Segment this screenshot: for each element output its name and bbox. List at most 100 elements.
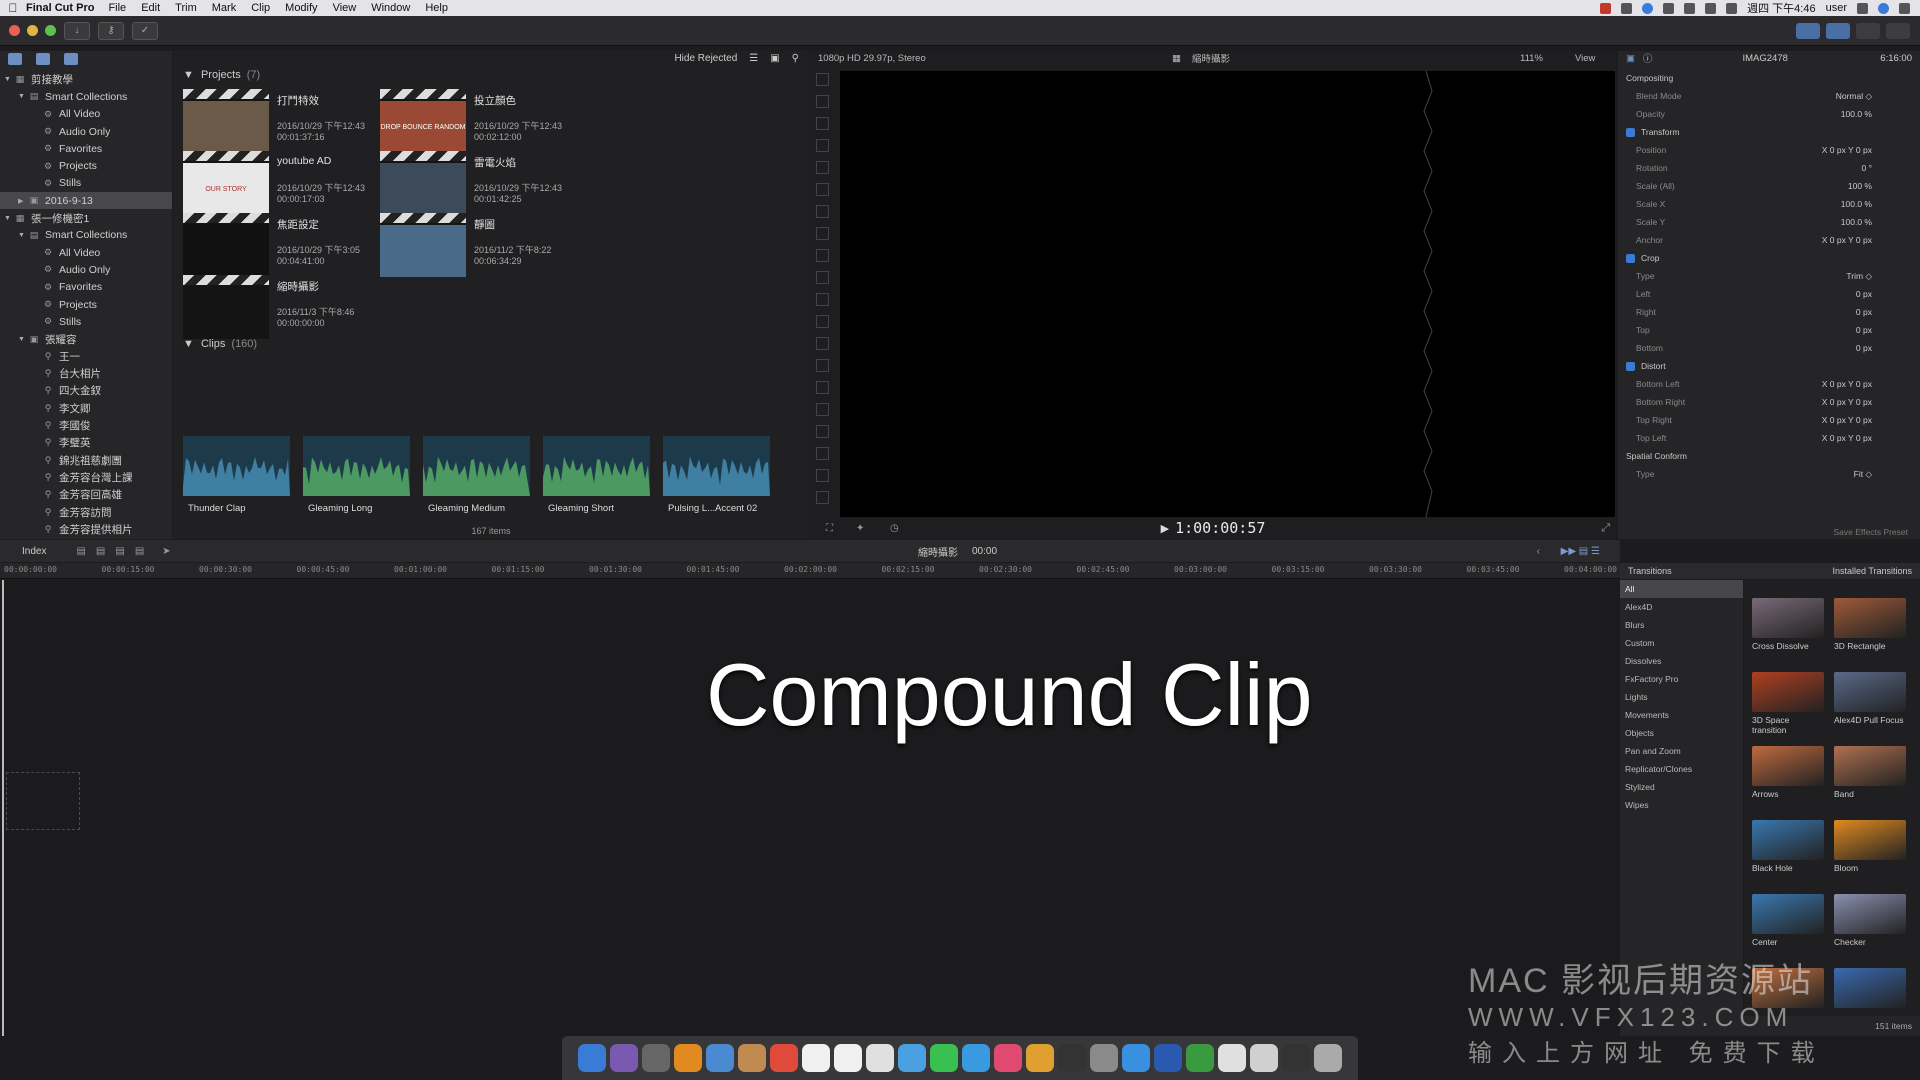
parameter-value[interactable]: Normal ◇: [1836, 91, 1872, 102]
dock-app-icon[interactable]: [866, 1044, 894, 1072]
library-item[interactable]: ▶ ▣ 2016-9-13: [0, 192, 172, 210]
inspector-toggle-icon[interactable]: [1856, 22, 1880, 39]
parameter-value[interactable]: 100.0 %: [1841, 109, 1872, 119]
dock-app-icon[interactable]: [1090, 1044, 1118, 1072]
disclosure-triangle-icon[interactable]: ▼: [18, 93, 28, 100]
dock-app-icon[interactable]: [1282, 1044, 1310, 1072]
menu-file[interactable]: File: [108, 2, 126, 14]
app-menu[interactable]: Final Cut Pro: [26, 2, 94, 14]
parameter-value[interactable]: 0 °: [1862, 163, 1873, 173]
play-icon[interactable]: ▶: [1161, 522, 1169, 535]
dock-app-icon[interactable]: [994, 1044, 1022, 1072]
share-icon[interactable]: [1886, 22, 1910, 39]
viewer-canvas[interactable]: [840, 71, 1615, 517]
inspector-parameter-row[interactable]: Scale X 100.0 %: [1618, 195, 1920, 213]
wifi-icon[interactable]: [1663, 2, 1675, 14]
background-tasks-icon[interactable]: ✓: [132, 21, 158, 40]
enable-checkbox[interactable]: [1626, 361, 1635, 371]
library-item[interactable]: ▼ ▦ 剪接教學: [0, 71, 172, 88]
disclosure-triangle-icon[interactable]: ▶: [18, 197, 28, 205]
inspector-parameter-row[interactable]: Type Fit ◇: [1618, 465, 1920, 483]
parameter-value[interactable]: Fit ◇: [1854, 469, 1872, 480]
menu-window[interactable]: Window: [371, 2, 410, 14]
disclosure-triangle-icon[interactable]: ▼: [18, 232, 28, 239]
project-thumbnail[interactable]: [380, 213, 466, 277]
inspector-parameter-row[interactable]: Top 0 px: [1618, 321, 1920, 339]
library-item[interactable]: ⚲ 李璧英: [0, 434, 172, 451]
transition-item[interactable]: Band: [1834, 746, 1908, 818]
spotlight-icon[interactable]: [1857, 2, 1868, 14]
library-item[interactable]: ⚲ 金芳容提供相片: [0, 521, 172, 538]
transition-category[interactable]: Objects: [1620, 724, 1743, 742]
inspector-section-header[interactable]: Distort: [1618, 357, 1920, 375]
parameter-value[interactable]: X 0 px Y 0 px: [1822, 433, 1872, 443]
transition-item[interactable]: [1834, 968, 1908, 1016]
save-effects-preset-button[interactable]: Save Effects Preset: [1834, 527, 1909, 537]
dock-app-icon[interactable]: [1058, 1044, 1086, 1072]
clip-item[interactable]: Gleaming Medium: [423, 436, 530, 514]
dock-app-icon[interactable]: [1314, 1044, 1342, 1072]
library-item[interactable]: ▼ ▦ 張一修機密1: [0, 209, 172, 226]
disclosure-triangle-icon[interactable]: ▼: [183, 338, 194, 350]
dock-app-icon[interactable]: [1218, 1044, 1246, 1072]
parameter-value[interactable]: X 0 px Y 0 px: [1822, 397, 1872, 407]
library-item[interactable]: ⚲ 金芳容訪問: [0, 503, 172, 520]
inspector-parameter-row[interactable]: Right 0 px: [1618, 303, 1920, 321]
disclosure-triangle-icon[interactable]: ▼: [183, 69, 194, 81]
menu-edit[interactable]: Edit: [141, 2, 160, 14]
inspector-parameter-row[interactable]: Rotation 0 °: [1618, 159, 1920, 177]
library-item[interactable]: ⚲ 李國俊: [0, 417, 172, 434]
timeline-area[interactable]: Compound Clip: [0, 580, 1620, 1036]
airplay-icon[interactable]: [1684, 2, 1696, 14]
inspector-section-header[interactable]: Transform: [1618, 123, 1920, 141]
inspector-parameter-row[interactable]: Left 0 px: [1618, 285, 1920, 303]
library-item[interactable]: ⚲ 李文卿: [0, 400, 172, 417]
notification-center-icon[interactable]: [1899, 2, 1910, 14]
transition-category[interactable]: Lights: [1620, 688, 1743, 706]
dock-app-icon[interactable]: [898, 1044, 926, 1072]
library-item[interactable]: ▼ ▤ Smart Collections: [0, 88, 172, 105]
transition-item[interactable]: 3D Rectangle: [1834, 598, 1908, 670]
filter-dropdown[interactable]: Hide Rejected: [674, 53, 737, 64]
library-item[interactable]: ⚲ 王一: [0, 348, 172, 365]
library-item[interactable]: ⚲ 四大金釵: [0, 382, 172, 399]
transition-category[interactable]: Custom: [1620, 634, 1743, 652]
inspector-parameter-row[interactable]: Type Trim ◇: [1618, 267, 1920, 285]
connect-clip-icon[interactable]: ▤: [76, 546, 85, 557]
dock-app-icon[interactable]: [1122, 1044, 1150, 1072]
timecode-display[interactable]: 1:00:00:57: [1175, 519, 1265, 537]
search-icon[interactable]: ⚲: [792, 53, 799, 64]
disclosure-triangle-icon[interactable]: ▼: [4, 215, 14, 222]
parameter-value[interactable]: 100.0 %: [1841, 199, 1872, 209]
dock-app-icon[interactable]: [738, 1044, 766, 1072]
transition-category[interactable]: Replicator/Clones: [1620, 760, 1743, 778]
inspector-parameter-row[interactable]: Opacity 100.0 %: [1618, 105, 1920, 123]
inspector-parameter-row[interactable]: Top Right X 0 px Y 0 px: [1618, 411, 1920, 429]
transform-tool-icon[interactable]: ⛶: [826, 523, 833, 534]
library-item[interactable]: ⚙ Projects: [0, 296, 172, 313]
dock-app-icon[interactable]: [674, 1044, 702, 1072]
siri-icon[interactable]: [1878, 2, 1889, 14]
library-item[interactable]: ⚙ Favorites: [0, 279, 172, 296]
transition-item[interactable]: 3D Space transition: [1752, 672, 1826, 744]
inspector-parameter-row[interactable]: Position X 0 px Y 0 px: [1618, 141, 1920, 159]
import-icon[interactable]: ↓: [64, 21, 90, 40]
zoom-dropdown[interactable]: 111%: [1520, 53, 1543, 64]
enable-checkbox[interactable]: [1626, 127, 1635, 137]
dock-app-icon[interactable]: [962, 1044, 990, 1072]
library-item[interactable]: ⚙ Audio Only: [0, 123, 172, 140]
disclosure-triangle-icon[interactable]: ▼: [4, 76, 14, 83]
projects-section-header[interactable]: ▼ Projects (7): [183, 69, 260, 81]
transition-item[interactable]: Cross Dissolve: [1752, 598, 1826, 670]
project-thumbnail[interactable]: DROP BOUNCE RANDOM: [380, 89, 466, 153]
menu-trim[interactable]: Trim: [175, 2, 197, 14]
transition-item[interactable]: Checker: [1834, 894, 1908, 966]
apple-menu-icon[interactable]: : [0, 1, 26, 15]
fullscreen-icon[interactable]: ⤢: [1601, 522, 1610, 535]
transition-item[interactable]: Arrows: [1752, 746, 1826, 818]
transition-item[interactable]: Alex4D Pull Focus: [1834, 672, 1908, 744]
transition-category[interactable]: Movements: [1620, 706, 1743, 724]
project-item[interactable]: 縮時攝影 2016/11/3 下午8:46 00:00:00:00: [183, 275, 423, 347]
timeline-toggle-icon[interactable]: [1826, 22, 1850, 39]
project-thumbnail[interactable]: [183, 275, 269, 339]
